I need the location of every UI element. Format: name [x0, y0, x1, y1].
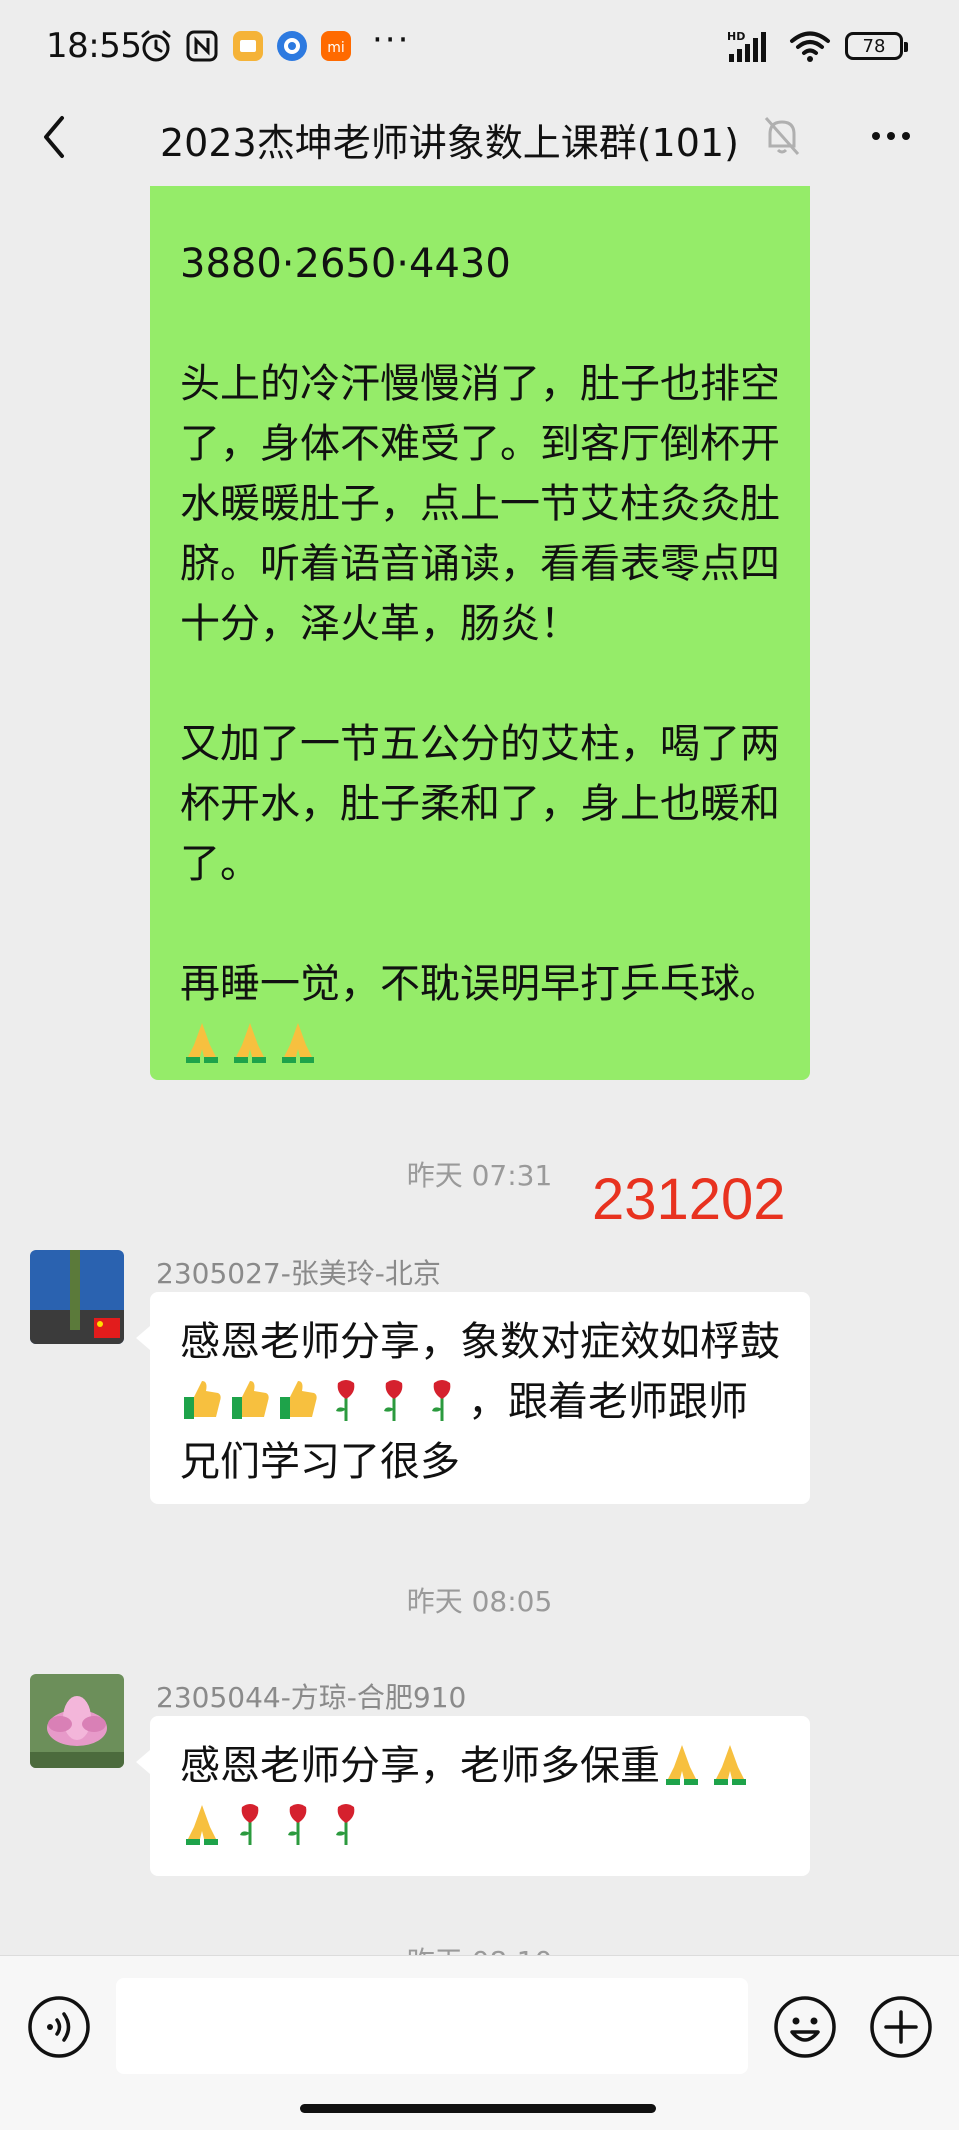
- avatar[interactable]: [30, 1674, 124, 1768]
- message-bubble[interactable]: 感恩老师分享，象数对症效如桴鼓 ，跟着老师跟师兄们学习了很多: [136, 1292, 810, 1504]
- app-notification-icon: [277, 31, 307, 61]
- svg-text:mi: mi: [327, 40, 345, 56]
- wifi-icon: [790, 31, 830, 62]
- mi-app-icon: mi: [321, 31, 351, 61]
- message-paragraph: 又加了一节五公分的艾柱，喝了两杯开水，肚子柔和了，身上也暖和了。: [180, 721, 780, 887]
- more-options-button[interactable]: [866, 114, 916, 158]
- message-paragraph: 3880·2650·4430: [180, 241, 511, 287]
- chat-message-list[interactable]: 3880·2650·4430 头上的冷汗慢慢消了，肚子也排空了，身体不难受了。到…: [0, 182, 959, 1955]
- emoji-row: [180, 1014, 780, 1074]
- emoji-picker-button[interactable]: [772, 1994, 838, 2060]
- message-timestamp: 昨天 08:10: [0, 1940, 959, 1955]
- chat-header: 2023杰坤老师讲象数上课群(101): [0, 92, 959, 182]
- rose-emoji-icon: [336, 1380, 355, 1421]
- notes-app-icon: [233, 31, 263, 61]
- voice-input-button[interactable]: [26, 1994, 92, 2060]
- message-input[interactable]: [116, 1978, 748, 2074]
- pray-emoji-icon: [714, 1745, 746, 1785]
- chat-title: 2023杰坤老师讲象数上课群(101): [160, 121, 739, 165]
- message-timestamp: 昨天 07:31: [406, 1159, 553, 1192]
- pray-emoji-icon: [282, 1023, 314, 1063]
- back-button[interactable]: [36, 110, 76, 164]
- status-time: 18:55: [46, 26, 142, 66]
- pray-emoji-icon: [186, 1805, 218, 1845]
- more-notifications: ···: [372, 20, 411, 60]
- pray-emoji-icon: [666, 1745, 698, 1785]
- nfc-icon: [186, 30, 218, 62]
- thumbs-up-emoji-icon: [184, 1381, 221, 1419]
- svg-text:HD: HD: [727, 30, 745, 43]
- rose-emoji-icon: [384, 1380, 403, 1421]
- status-right: HD 78: [727, 26, 908, 66]
- thumbs-up-emoji-icon: [280, 1381, 317, 1419]
- message-paragraph: 头上的冷汗慢慢消了，肚子也排空了，身体不难受了。到客厅倒杯开水暖暖肚子，点上一节…: [180, 361, 780, 647]
- message-timestamp: 昨天 08:05: [406, 1585, 553, 1618]
- rose-emoji-icon: [240, 1804, 259, 1845]
- cellular-signal-icon: HD: [727, 30, 766, 62]
- overlay-number: 231202: [592, 1167, 786, 1232]
- input-bar: [0, 1955, 959, 2130]
- thumbs-up-emoji-icon: [232, 1381, 269, 1419]
- home-indicator[interactable]: [300, 2104, 656, 2113]
- alarm-icon: [141, 30, 171, 62]
- message-bubble[interactable]: 感恩老师分享，老师多保重: [136, 1716, 810, 1876]
- message-text: 感恩老师分享，象数对症效如桴鼓: [180, 1319, 780, 1365]
- mute-bell-icon: [764, 117, 800, 155]
- own-message-bubble[interactable]: 3880·2650·4430 头上的冷汗慢慢消了，肚子也排空了，身体不难受了。到…: [150, 186, 810, 1080]
- rose-emoji-icon: [432, 1380, 451, 1421]
- message-paragraph: 再睡一觉，不耽误明早打乒乓球。: [180, 961, 780, 1007]
- sender-name: 2305027-张美玲-北京: [156, 1257, 441, 1290]
- rose-emoji-icon: [336, 1804, 355, 1845]
- pray-emoji-icon: [234, 1023, 266, 1063]
- message-text: 感恩老师分享，老师多保重: [180, 1743, 660, 1789]
- rose-emoji-icon: [288, 1804, 307, 1845]
- sender-name: 2305044-方琼-合肥910: [156, 1681, 467, 1714]
- battery-icon: 78: [845, 32, 908, 60]
- status-bar: 18:55 mi ··· HD 78: [0, 0, 959, 92]
- more-functions-button[interactable]: [868, 1994, 934, 2060]
- avatar[interactable]: [30, 1250, 124, 1344]
- pray-emoji-icon: [186, 1023, 218, 1063]
